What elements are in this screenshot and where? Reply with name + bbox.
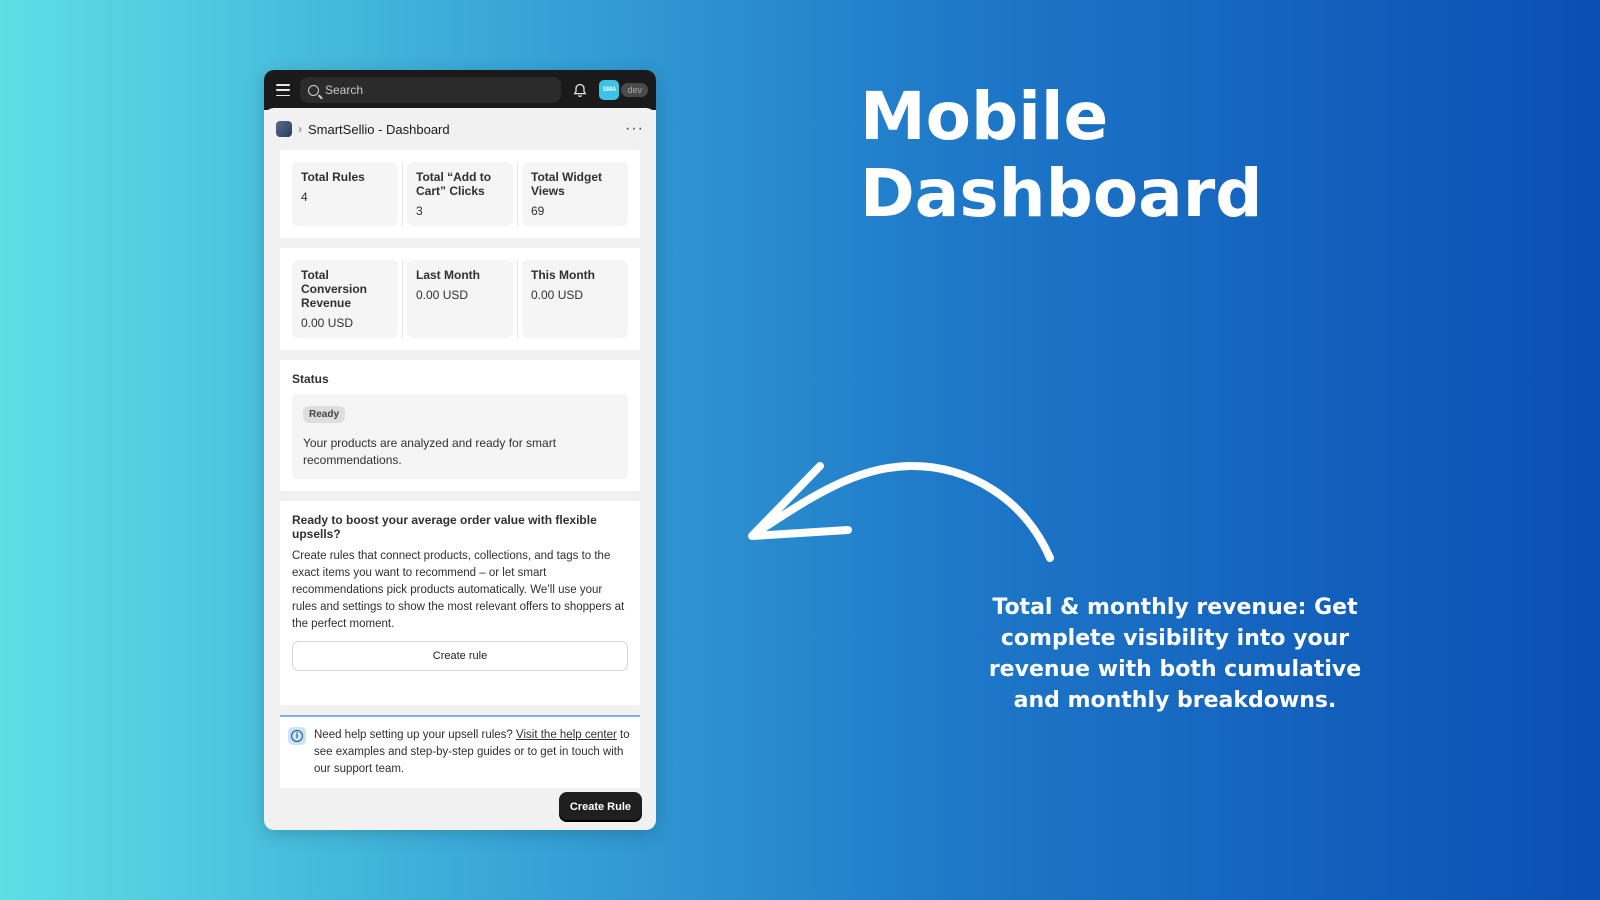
stat-label: Total Conversion Revenue	[301, 268, 368, 310]
info-icon: i	[288, 727, 306, 745]
stat-value: 3	[416, 204, 423, 218]
stat-last-month: Last Month 0.00 USD	[407, 260, 513, 338]
stat-this-month: This Month 0.00 USD	[522, 260, 628, 338]
mobile-app-frame: Search SMA dev › SmartSellio - Dashboard…	[264, 70, 656, 830]
stat-add-to-cart-clicks: Total “Add to Cart” Clicks 3	[407, 162, 513, 226]
help-text-before: Need help setting up your upsell rules?	[314, 729, 517, 741]
status-box: Ready Your products are analyzed and rea…	[292, 394, 628, 479]
search-bar[interactable]: Search	[300, 77, 562, 103]
stat-value: 69	[531, 204, 545, 218]
help-text: Need help setting up your upsell rules? …	[314, 727, 630, 778]
page-header: › SmartSellio - Dashboard ···	[264, 108, 656, 150]
stat-label: This Month	[531, 268, 595, 282]
stat-widget-views: Total Widget Views 69	[522, 162, 628, 226]
create-rule-primary-button[interactable]: Create Rule	[558, 792, 642, 822]
help-center-link[interactable]: Visit the help center	[516, 729, 617, 741]
curved-arrow-icon	[748, 461, 1054, 562]
top-bar: Search SMA dev	[264, 70, 656, 110]
create-rule-button[interactable]: Create rule	[292, 641, 628, 671]
caption: Total & monthly revenue: Get complete vi…	[988, 595, 1362, 713]
stat-total-conversion-revenue: Total Conversion Revenue 0.00 USD	[292, 260, 398, 338]
app-icon[interactable]	[276, 121, 292, 137]
search-icon	[308, 84, 319, 96]
upsell-text: Create rules that connect products, coll…	[292, 550, 625, 630]
stat-value: 4	[301, 190, 308, 204]
stats-card-2: Total Conversion Revenue 0.00 USD Last M…	[280, 248, 640, 350]
more-actions-icon[interactable]: ···	[625, 120, 644, 138]
env-badge: dev	[621, 83, 648, 97]
headline: Mobile Dashboard	[860, 78, 1263, 232]
stat-value: 0.00 USD	[301, 316, 354, 330]
stats-card-1: Total Rules 4 Total “Add to Cart” Clicks…	[280, 150, 640, 238]
hamburger-menu-icon[interactable]	[276, 84, 290, 96]
stat-label: Total “Add to Cart” Clicks	[416, 170, 492, 198]
stat-total-rules: Total Rules 4	[292, 162, 398, 226]
stat-label: Total Rules	[301, 170, 365, 184]
upsell-card: Ready to boost your average order value …	[280, 501, 640, 705]
chevron-right-icon: ›	[298, 122, 302, 136]
bell-icon[interactable]	[571, 81, 589, 99]
stat-label: Total Widget Views	[531, 170, 602, 198]
stat-label: Last Month	[416, 268, 480, 282]
search-placeholder: Search	[325, 83, 364, 97]
status-title: Status	[292, 372, 329, 386]
status-badge: Ready	[303, 406, 346, 423]
stat-value: 0.00 USD	[531, 288, 584, 302]
status-text: Your products are analyzed and ready for…	[303, 436, 557, 467]
help-banner: i Need help setting up your upsell rules…	[280, 715, 640, 788]
upsell-title: Ready to boost your average order value …	[292, 513, 597, 541]
store-avatar[interactable]: SMA	[599, 80, 620, 100]
stat-value: 0.00 USD	[416, 288, 469, 302]
status-card: Status Ready Your products are analyzed …	[280, 360, 640, 491]
page-title: SmartSellio - Dashboard	[308, 121, 450, 137]
